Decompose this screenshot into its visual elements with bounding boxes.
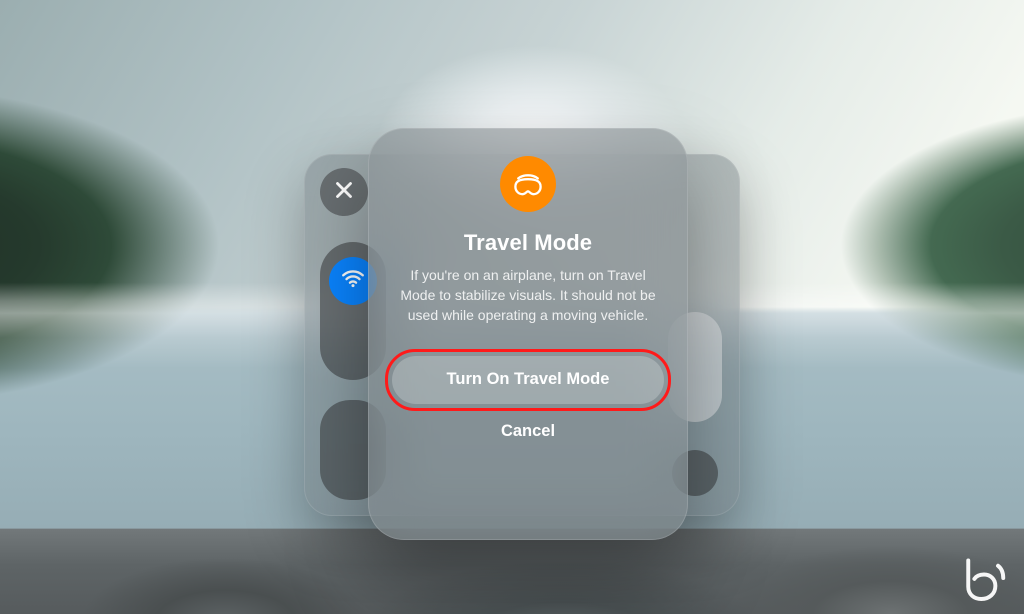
wifi-icon <box>340 265 366 296</box>
travel-mode-dialog: Travel Mode If you're on an airplane, tu… <box>368 128 688 540</box>
dialog-body: If you're on an airplane, turn on Travel… <box>392 266 664 326</box>
primary-button-label: Turn On Travel Mode <box>447 370 610 389</box>
watermark-logo <box>956 550 1012 606</box>
cancel-button-label: Cancel <box>501 422 555 440</box>
cancel-button[interactable]: Cancel <box>501 422 555 441</box>
dialog-title: Travel Mode <box>464 230 592 256</box>
close-icon <box>331 177 357 208</box>
travel-mode-icon <box>500 156 556 212</box>
close-button[interactable] <box>320 168 368 216</box>
turn-on-travel-mode-button[interactable]: Turn On Travel Mode <box>392 356 664 404</box>
